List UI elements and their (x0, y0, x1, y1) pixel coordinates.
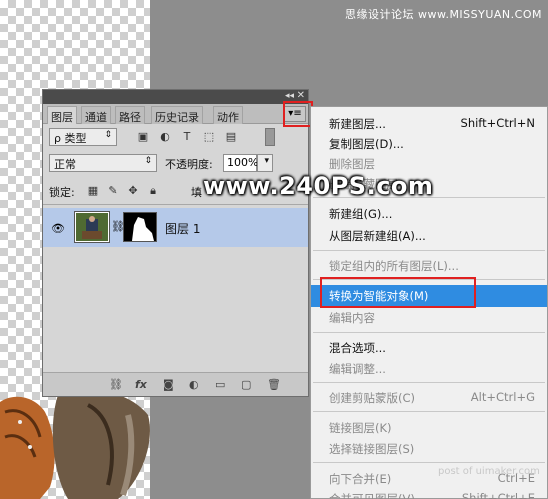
adjustment-filter-icon[interactable]: ◐ (159, 131, 171, 143)
menu-item-label: 向下合并(E) (329, 472, 392, 486)
new-group-icon[interactable]: ▭ (215, 378, 225, 391)
opacity-input[interactable]: 100% (223, 154, 258, 172)
lock-transparent-icon[interactable]: ▦ (87, 185, 99, 197)
thumbnail-image (76, 213, 108, 241)
menu-item-label: 混合选项... (329, 341, 386, 355)
blend-mode-value: 正常 (54, 158, 76, 171)
link-layers-icon[interactable]: ⛓ (109, 378, 123, 391)
tab-layers[interactable]: 图层 (47, 106, 77, 124)
trash-icon[interactable]: 🗑︎ (267, 378, 281, 391)
menu-item-edit-contents[interactable]: 编辑内容 (311, 307, 547, 329)
menu-item-label: 合并可见图层(V) (329, 492, 415, 499)
eye-icon[interactable]: 👁︎ (51, 222, 65, 235)
menu-item-link-layers[interactable]: 链接图层(K) (311, 417, 547, 439)
opacity-dropdown[interactable]: ▾ (257, 154, 273, 172)
menu-item-label: 新建组(G)... (329, 207, 393, 221)
annotation-box-smart-object (320, 277, 476, 308)
chevron-updown-icon: ⇕ (144, 156, 152, 166)
menu-item-edit-adjustment[interactable]: 编辑调整... (311, 358, 547, 380)
filter-kind-label: ρ 类型 (54, 132, 87, 145)
menu-item-shortcut: Shift+Ctrl+E (461, 491, 535, 499)
menu-item-select-linked-layers[interactable]: 选择链接图层(S) (311, 438, 547, 460)
lock-move-icon[interactable]: ✥ (127, 185, 139, 197)
layer-row[interactable]: 👁︎ ⛓ 图层 1 (43, 208, 308, 247)
menu-item-label: 选择链接图层(S) (329, 442, 415, 456)
opacity-label: 不透明度: (165, 158, 213, 171)
menu-item-label: 链接图层(K) (329, 421, 392, 435)
panel-titlebar[interactable]: ◂◂ ✕ (43, 90, 308, 104)
layers-panel: ◂◂ ✕ 图层 通道 路径 历史记录 动作 ▾≡ ρ 类型 ⇕ ▣ ◐ T ⬚ … (42, 89, 309, 397)
layer-name[interactable]: 图层 1 (165, 220, 200, 237)
menu-separator (313, 250, 545, 251)
menu-item-new-layer[interactable]: 新建图层... Shift+Ctrl+N (311, 113, 547, 135)
tab-actions[interactable]: 动作 (213, 106, 243, 124)
menu-item-label: 新建图层... (329, 117, 386, 131)
chevron-updown-icon: ⇕ (104, 130, 112, 140)
menu-separator (313, 332, 545, 333)
mask-image (124, 213, 156, 241)
menu-item-new-group[interactable]: 新建组(G)... (311, 203, 547, 225)
adjustment-layer-icon[interactable]: ◐ (189, 378, 199, 391)
fill-label: 填 (191, 186, 202, 199)
blend-mode-select[interactable]: 正常 ⇕ (49, 154, 157, 172)
menu-item-blending-options[interactable]: 混合选项... (311, 337, 547, 359)
filter-kind-select[interactable]: ρ 类型 ⇕ (49, 128, 117, 146)
header-watermark: 思缘设计论坛 www.MISSYUAN.COM (344, 8, 542, 21)
tab-paths[interactable]: 路径 (115, 106, 145, 124)
shape-filter-icon[interactable]: ⬚ (203, 131, 215, 143)
menu-separator (313, 382, 545, 383)
smart-object-filter-icon[interactable]: ▤ (225, 131, 237, 143)
menu-item-label: 复制图层(D)... (329, 137, 404, 151)
menu-item-group-from-layers[interactable]: 从图层新建组(A)... (311, 225, 547, 247)
menu-item-label: 编辑内容 (329, 311, 375, 325)
shoe-photo (52, 390, 150, 499)
menu-item-shortcut: Alt+Ctrl+G (470, 390, 535, 404)
site-watermark: www.240PS.com (203, 172, 434, 200)
tab-channels[interactable]: 通道 (81, 106, 111, 124)
menu-separator (313, 411, 545, 412)
menu-item-create-clipping-mask[interactable]: 创建剪贴蒙版(C) Alt+Ctrl+G (311, 387, 547, 409)
menu-item-label: 编辑调整... (329, 362, 386, 376)
layer-mask-thumbnail[interactable] (123, 212, 157, 242)
panel-tabs: 图层 通道 路径 历史记录 动作 ▾≡ (43, 104, 308, 124)
collapse-icon[interactable]: ◂◂ (285, 91, 294, 101)
layer-thumbnail[interactable] (74, 211, 110, 243)
annotation-box-menu-button (283, 101, 313, 127)
panel-footer: ⛓ fx ◙ ◐ ▭ ▢ 🗑︎ (43, 372, 308, 396)
footer-watermark: post of uimaker.com (438, 466, 540, 477)
menu-item-label: 从图层新建组(A)... (329, 229, 426, 243)
type-filter-icon[interactable]: T (181, 131, 193, 143)
lock-all-icon[interactable]: 🔒︎ (147, 185, 159, 197)
pixel-filter-icon[interactable]: ▣ (137, 131, 149, 143)
menu-item-label: 删除图层 (329, 157, 375, 171)
menu-item-lock-all-layers-in-group[interactable]: 锁定组内的所有图层(L)... (311, 255, 547, 277)
menu-item-label: 锁定组内的所有图层(L)... (329, 259, 459, 273)
divider (43, 204, 308, 205)
fx-icon[interactable]: fx (135, 378, 147, 391)
lock-brush-icon[interactable]: ✎ (107, 185, 119, 197)
menu-item-duplicate-layer[interactable]: 复制图层(D)... (311, 133, 547, 155)
menu-item-label: 创建剪贴蒙版(C) (329, 391, 416, 405)
new-layer-icon[interactable]: ▢ (241, 378, 251, 391)
tab-history[interactable]: 历史记录 (151, 106, 203, 124)
close-icon[interactable]: ✕ (297, 90, 305, 101)
menu-separator (313, 462, 545, 463)
lock-label: 锁定: (49, 186, 75, 199)
menu-item-merge-visible[interactable]: 合并可见图层(V) Shift+Ctrl+E (311, 488, 547, 499)
add-mask-icon[interactable]: ◙ (163, 378, 174, 391)
chevron-down-icon: ▾ (264, 156, 269, 166)
menu-item-shortcut: Shift+Ctrl+N (460, 116, 535, 130)
filter-toggle-switch[interactable] (265, 128, 275, 146)
